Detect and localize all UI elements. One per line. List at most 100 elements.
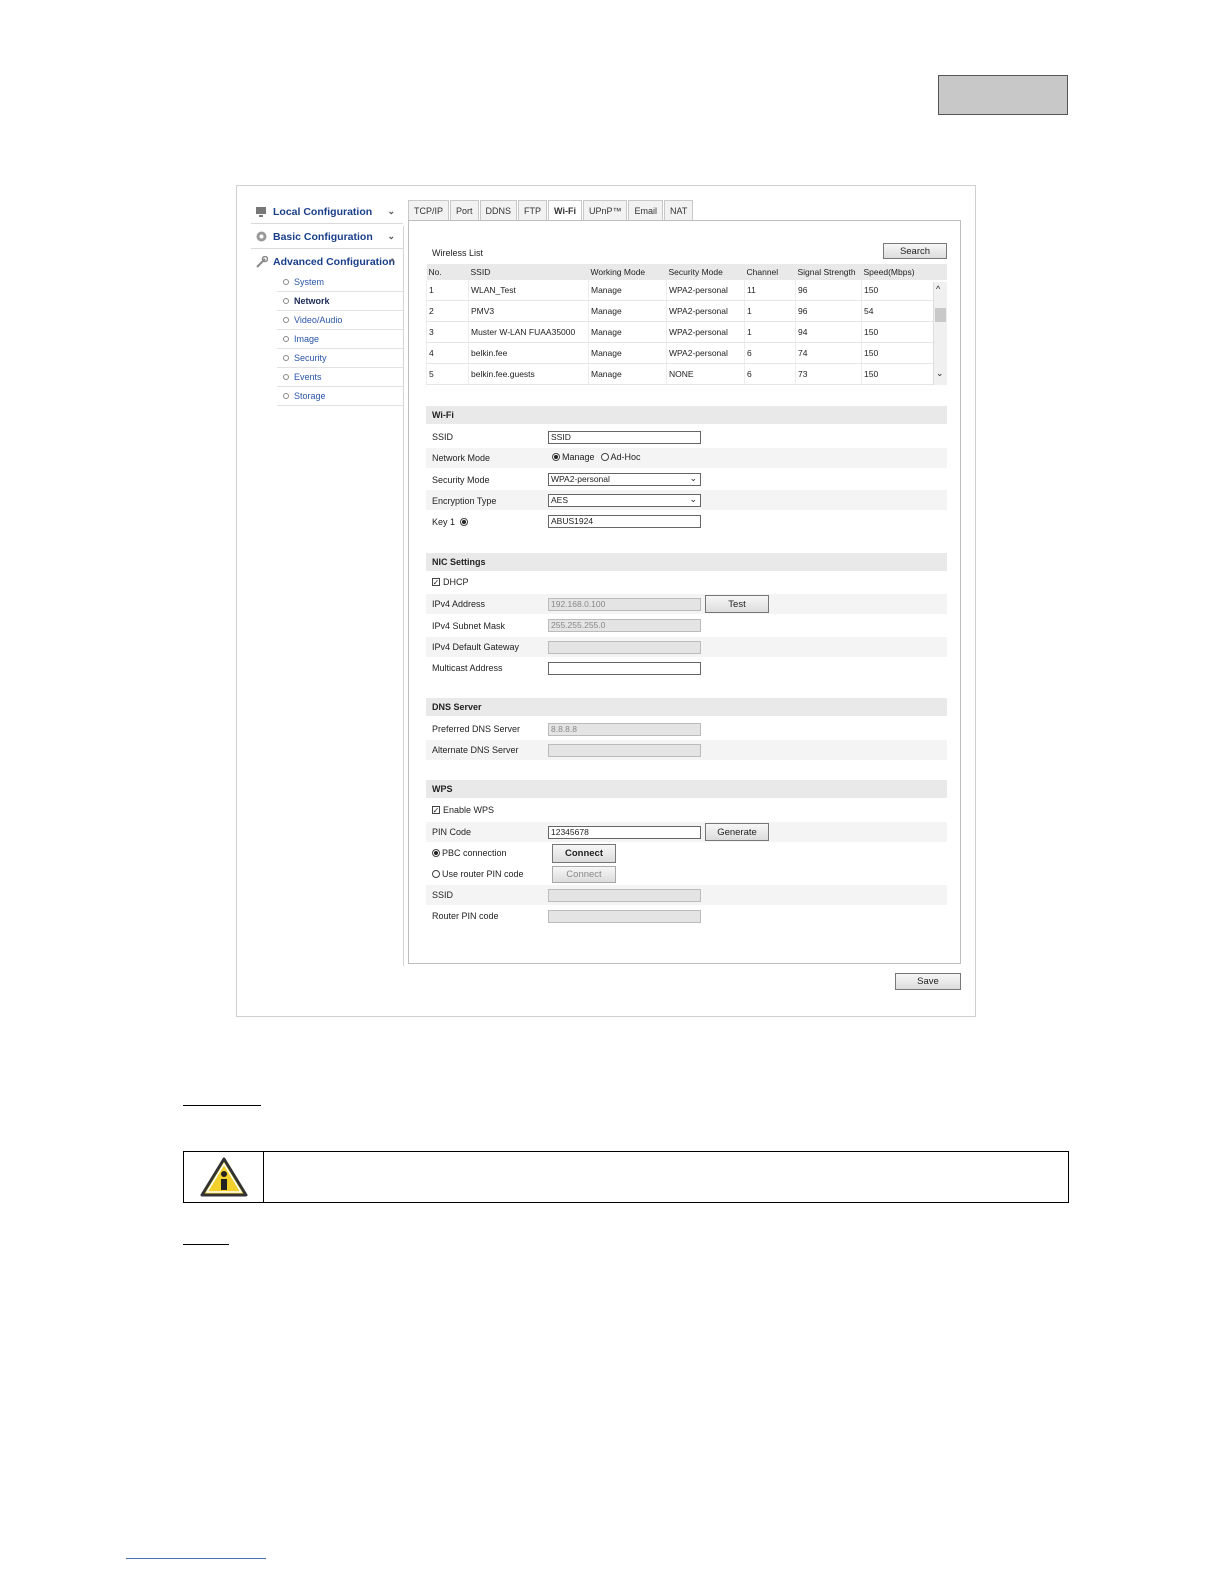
cell: WPA2-personal	[666, 342, 745, 364]
key-label: Key 1	[432, 517, 456, 527]
radio-label: Manage	[562, 452, 595, 462]
chevron-up-icon[interactable]: ^	[936, 284, 940, 294]
router-pin-radio[interactable]	[432, 870, 440, 878]
sidebar-item-video-audio[interactable]: Video/Audio	[277, 311, 403, 330]
router-pin-code-input[interactable]	[548, 910, 701, 923]
key-radio[interactable]	[460, 518, 469, 526]
chevron-down-icon[interactable]: ⌄	[936, 368, 944, 379]
select-value: WPA2-personal	[551, 474, 610, 484]
tab-ddns[interactable]: DDNS	[479, 200, 518, 220]
tab-bar: TCP/IP Port DDNS FTP Wi-Fi UPnP™ Email N…	[408, 200, 694, 221]
sidebar-local-configuration[interactable]: Local Configuration ⌄	[251, 200, 403, 224]
cell: 2	[426, 300, 469, 322]
subnet-mask-input[interactable]: 255.255.255.0	[548, 619, 701, 632]
pbc-connect-button[interactable]: Connect	[552, 844, 616, 863]
chevron-down-icon: ⌄	[387, 231, 395, 241]
sidebar-head-label: Basic Configuration	[273, 230, 373, 243]
radio-adhoc[interactable]	[600, 453, 609, 461]
cell: 3	[426, 321, 469, 343]
chevron-down-icon: ⌄	[689, 473, 697, 483]
radio-manage[interactable]	[552, 453, 560, 461]
preferred-dns-input[interactable]: 8.8.8.8	[548, 723, 701, 736]
dhcp-checkbox[interactable]: ✓	[432, 578, 440, 587]
wifi-settings-panel: Wireless List Search No. SSID Working Mo…	[408, 220, 961, 964]
chevron-up-icon: ^	[389, 257, 395, 267]
table-row[interactable]: 3 Muster W-LAN FUAA35000 Manage WPA2-person…	[426, 321, 947, 343]
sidebar-item-network[interactable]: Network	[277, 292, 403, 311]
cell: Manage	[588, 363, 667, 385]
enable-wps-checkbox[interactable]: ✓	[432, 806, 440, 815]
key-input[interactable]: ABUS1924	[548, 515, 701, 528]
cell: 4	[426, 342, 469, 364]
sidebar-basic-configuration[interactable]: Basic Configuration ⌄	[251, 225, 403, 249]
dns-section-title: DNS Server	[426, 698, 947, 716]
cell: belkin.fee	[468, 342, 589, 364]
default-gateway-input[interactable]	[548, 641, 701, 654]
cell: 6	[744, 342, 796, 364]
alternate-dns-input[interactable]	[548, 744, 701, 757]
wifi-section-title: Wi-Fi	[426, 406, 947, 424]
cell: Manage	[588, 342, 667, 364]
sidebar-item-image[interactable]: Image	[277, 330, 403, 349]
table-row[interactable]: 2 PMV3 Manage WPA2-personal 1 96 54	[426, 300, 947, 322]
tab-port[interactable]: Port	[450, 200, 479, 220]
test-button[interactable]: Test	[705, 595, 769, 613]
gear-icon	[255, 230, 268, 243]
cell: PMV3	[468, 300, 589, 322]
bullet-icon	[283, 355, 289, 361]
sidebar-item-events[interactable]: Events	[277, 368, 403, 387]
preferred-dns-label: Preferred DNS Server	[432, 724, 521, 734]
monitor-icon	[255, 205, 268, 218]
cell: 11	[744, 280, 796, 301]
sidebar-item-label: Events	[294, 372, 322, 382]
tab-email[interactable]: Email	[628, 200, 663, 220]
table-scrollbar[interactable]: ^ ⌄	[933, 282, 947, 385]
sidebar-item-label: Image	[294, 334, 320, 344]
table-row[interactable]: 1 WLAN_Test Manage WPA2-personal 11 96 150	[426, 280, 947, 301]
info-box	[183, 1151, 1069, 1203]
tab-upnp[interactable]: UPnP™	[582, 200, 628, 220]
ipv4-address-input[interactable]: 192.168.0.100	[548, 598, 701, 611]
ssid-input[interactable]: SSID	[548, 431, 701, 444]
search-button[interactable]: Search	[883, 243, 947, 259]
tab-nat[interactable]: NAT	[664, 200, 694, 220]
security-mode-select[interactable]: WPA2-personal ⌄	[548, 473, 701, 486]
pbc-group: PBC connection	[432, 848, 507, 858]
heading-underline	[183, 1244, 229, 1245]
cell: NONE	[666, 363, 745, 385]
encryption-type-select[interactable]: AES ⌄	[548, 494, 701, 507]
info-icon-cell	[184, 1152, 264, 1202]
save-button[interactable]: Save	[895, 973, 961, 990]
scrollbar-thumb[interactable]	[935, 308, 946, 322]
bullet-icon	[283, 336, 289, 342]
tab-wifi[interactable]: Wi-Fi	[548, 200, 582, 221]
tab-ftp[interactable]: FTP	[518, 200, 548, 220]
table-row[interactable]: 5 belkin.fee.guests Manage NONE 6 73 150	[426, 363, 947, 385]
multicast-address-input[interactable]	[548, 662, 701, 675]
wps-ssid-input[interactable]	[548, 889, 701, 902]
col-working-mode: Working Mode	[588, 264, 667, 280]
pbc-radio[interactable]	[432, 849, 440, 857]
warning-info-icon	[200, 1157, 247, 1197]
sidebar-item-security[interactable]: Security	[277, 349, 403, 368]
sidebar-item-label: Security	[294, 353, 327, 363]
default-gateway-label: IPv4 Default Gateway	[432, 642, 520, 652]
router-pin-connect-button[interactable]: Connect	[552, 866, 616, 883]
tab-tcp-ip[interactable]: TCP/IP	[408, 200, 450, 220]
sidebar-advanced-configuration[interactable]: Advanced Configuration ^	[251, 250, 403, 274]
cell: WPA2-personal	[666, 321, 745, 343]
pin-code-input[interactable]: 12345678	[548, 826, 701, 839]
cell: 1	[744, 321, 796, 343]
generate-button[interactable]: Generate	[705, 823, 769, 841]
col-speed: Speed(Mbps)	[861, 264, 947, 280]
multicast-address-label: Multicast Address	[432, 663, 503, 673]
cell: Manage	[588, 280, 667, 301]
col-ssid: SSID	[468, 264, 589, 280]
network-mode-label: Network Mode	[432, 453, 491, 463]
ipv4-address-label: IPv4 Address	[432, 599, 486, 609]
cell: WPA2-personal	[666, 280, 745, 301]
sidebar-item-system[interactable]: System	[277, 273, 403, 292]
sidebar-item-storage[interactable]: Storage	[277, 387, 403, 406]
table-row[interactable]: 4 belkin.fee Manage WPA2-personal 6 74 150	[426, 342, 947, 364]
radio-label: Ad-Hoc	[610, 452, 641, 462]
